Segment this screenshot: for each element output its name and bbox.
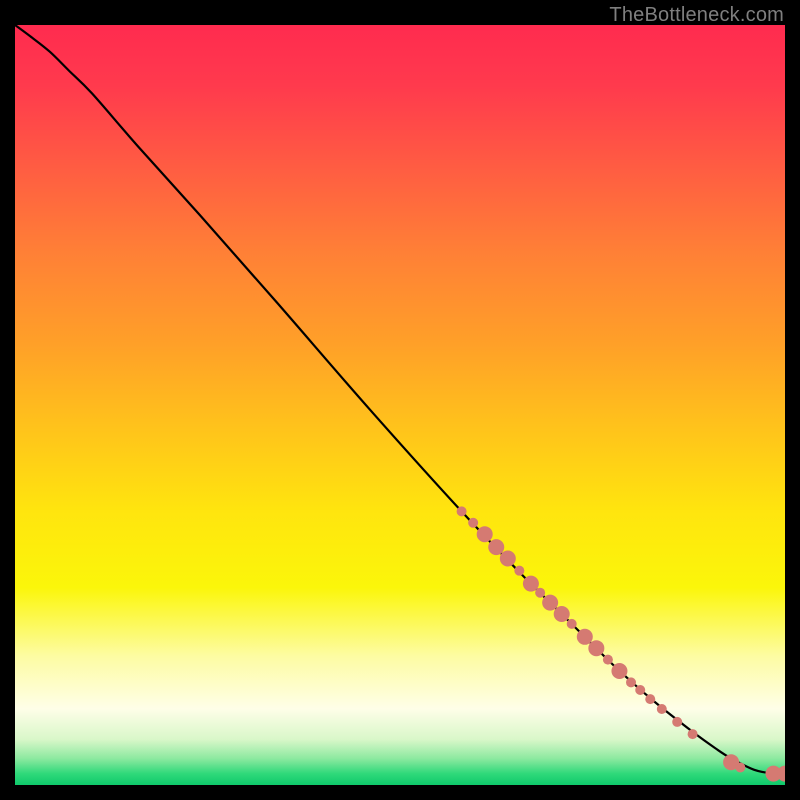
- marker-point: [645, 694, 655, 704]
- marker-point: [657, 704, 667, 714]
- marker-point: [477, 526, 493, 542]
- marker-point: [588, 640, 604, 656]
- marker-point: [500, 551, 516, 567]
- marker-point: [603, 655, 613, 665]
- marker-point: [514, 566, 524, 576]
- marker-point: [554, 606, 570, 622]
- marker-point: [611, 663, 627, 679]
- marker-point: [523, 576, 539, 592]
- marker-point: [468, 518, 478, 528]
- attribution-label: TheBottleneck.com: [609, 4, 784, 27]
- bottleneck-chart: [15, 25, 785, 785]
- marker-point: [457, 506, 467, 516]
- marker-point: [635, 685, 645, 695]
- marker-point: [488, 539, 504, 555]
- marker-point: [577, 629, 593, 645]
- marker-point: [567, 619, 577, 629]
- marker-point: [535, 588, 545, 598]
- marker-point: [542, 595, 558, 611]
- marker-point: [626, 677, 636, 687]
- chart-container: TheBottleneck.com: [0, 0, 800, 800]
- marker-point: [672, 717, 682, 727]
- marker-point: [688, 729, 698, 739]
- marker-point: [735, 763, 745, 773]
